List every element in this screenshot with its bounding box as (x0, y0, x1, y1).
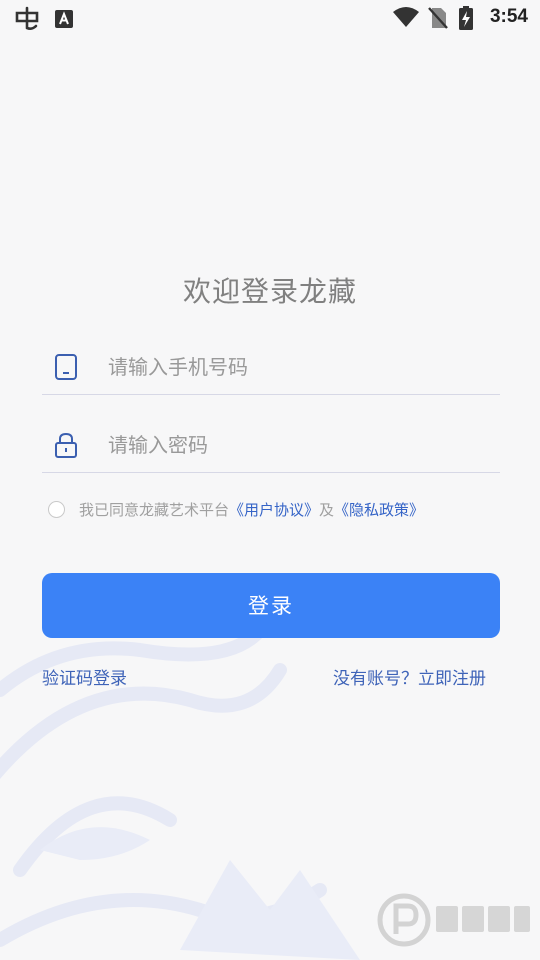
login-button[interactable]: 登录 (42, 573, 500, 638)
register-link[interactable]: 没有账号？立即注册 (333, 664, 486, 689)
password-field (42, 416, 500, 473)
status-time: 3:54 (489, 6, 528, 27)
agreement-text: 我已同意龙藏艺术平台《用户协议》及《隐私政策》 (79, 498, 424, 522)
phone-icon (55, 354, 77, 380)
status-bar: 3:54 (0, 0, 540, 36)
agreement-joiner: 及 (319, 501, 335, 519)
phone-field (42, 338, 500, 395)
lock-icon (55, 432, 77, 458)
phone-input[interactable] (106, 348, 490, 386)
watermark-logo (377, 893, 530, 947)
wifi-icon (393, 7, 419, 27)
app-notification-icon (15, 6, 39, 30)
user-agreement-link[interactable]: 《用户协议》 (229, 501, 319, 519)
agreement-prefix: 我已同意龙藏艺术平台 (79, 501, 230, 519)
battery-charging-icon (459, 6, 473, 30)
page-title: 欢迎登录龙藏 (182, 275, 357, 308)
sms-login-link[interactable]: 验证码登录 (42, 664, 127, 689)
password-input[interactable] (106, 426, 490, 464)
agreement-checkbox[interactable] (48, 501, 65, 518)
keyboard-a-icon (55, 10, 73, 28)
privacy-policy-link[interactable]: 《隐私政策》 (334, 501, 424, 519)
no-sim-icon (428, 7, 448, 29)
